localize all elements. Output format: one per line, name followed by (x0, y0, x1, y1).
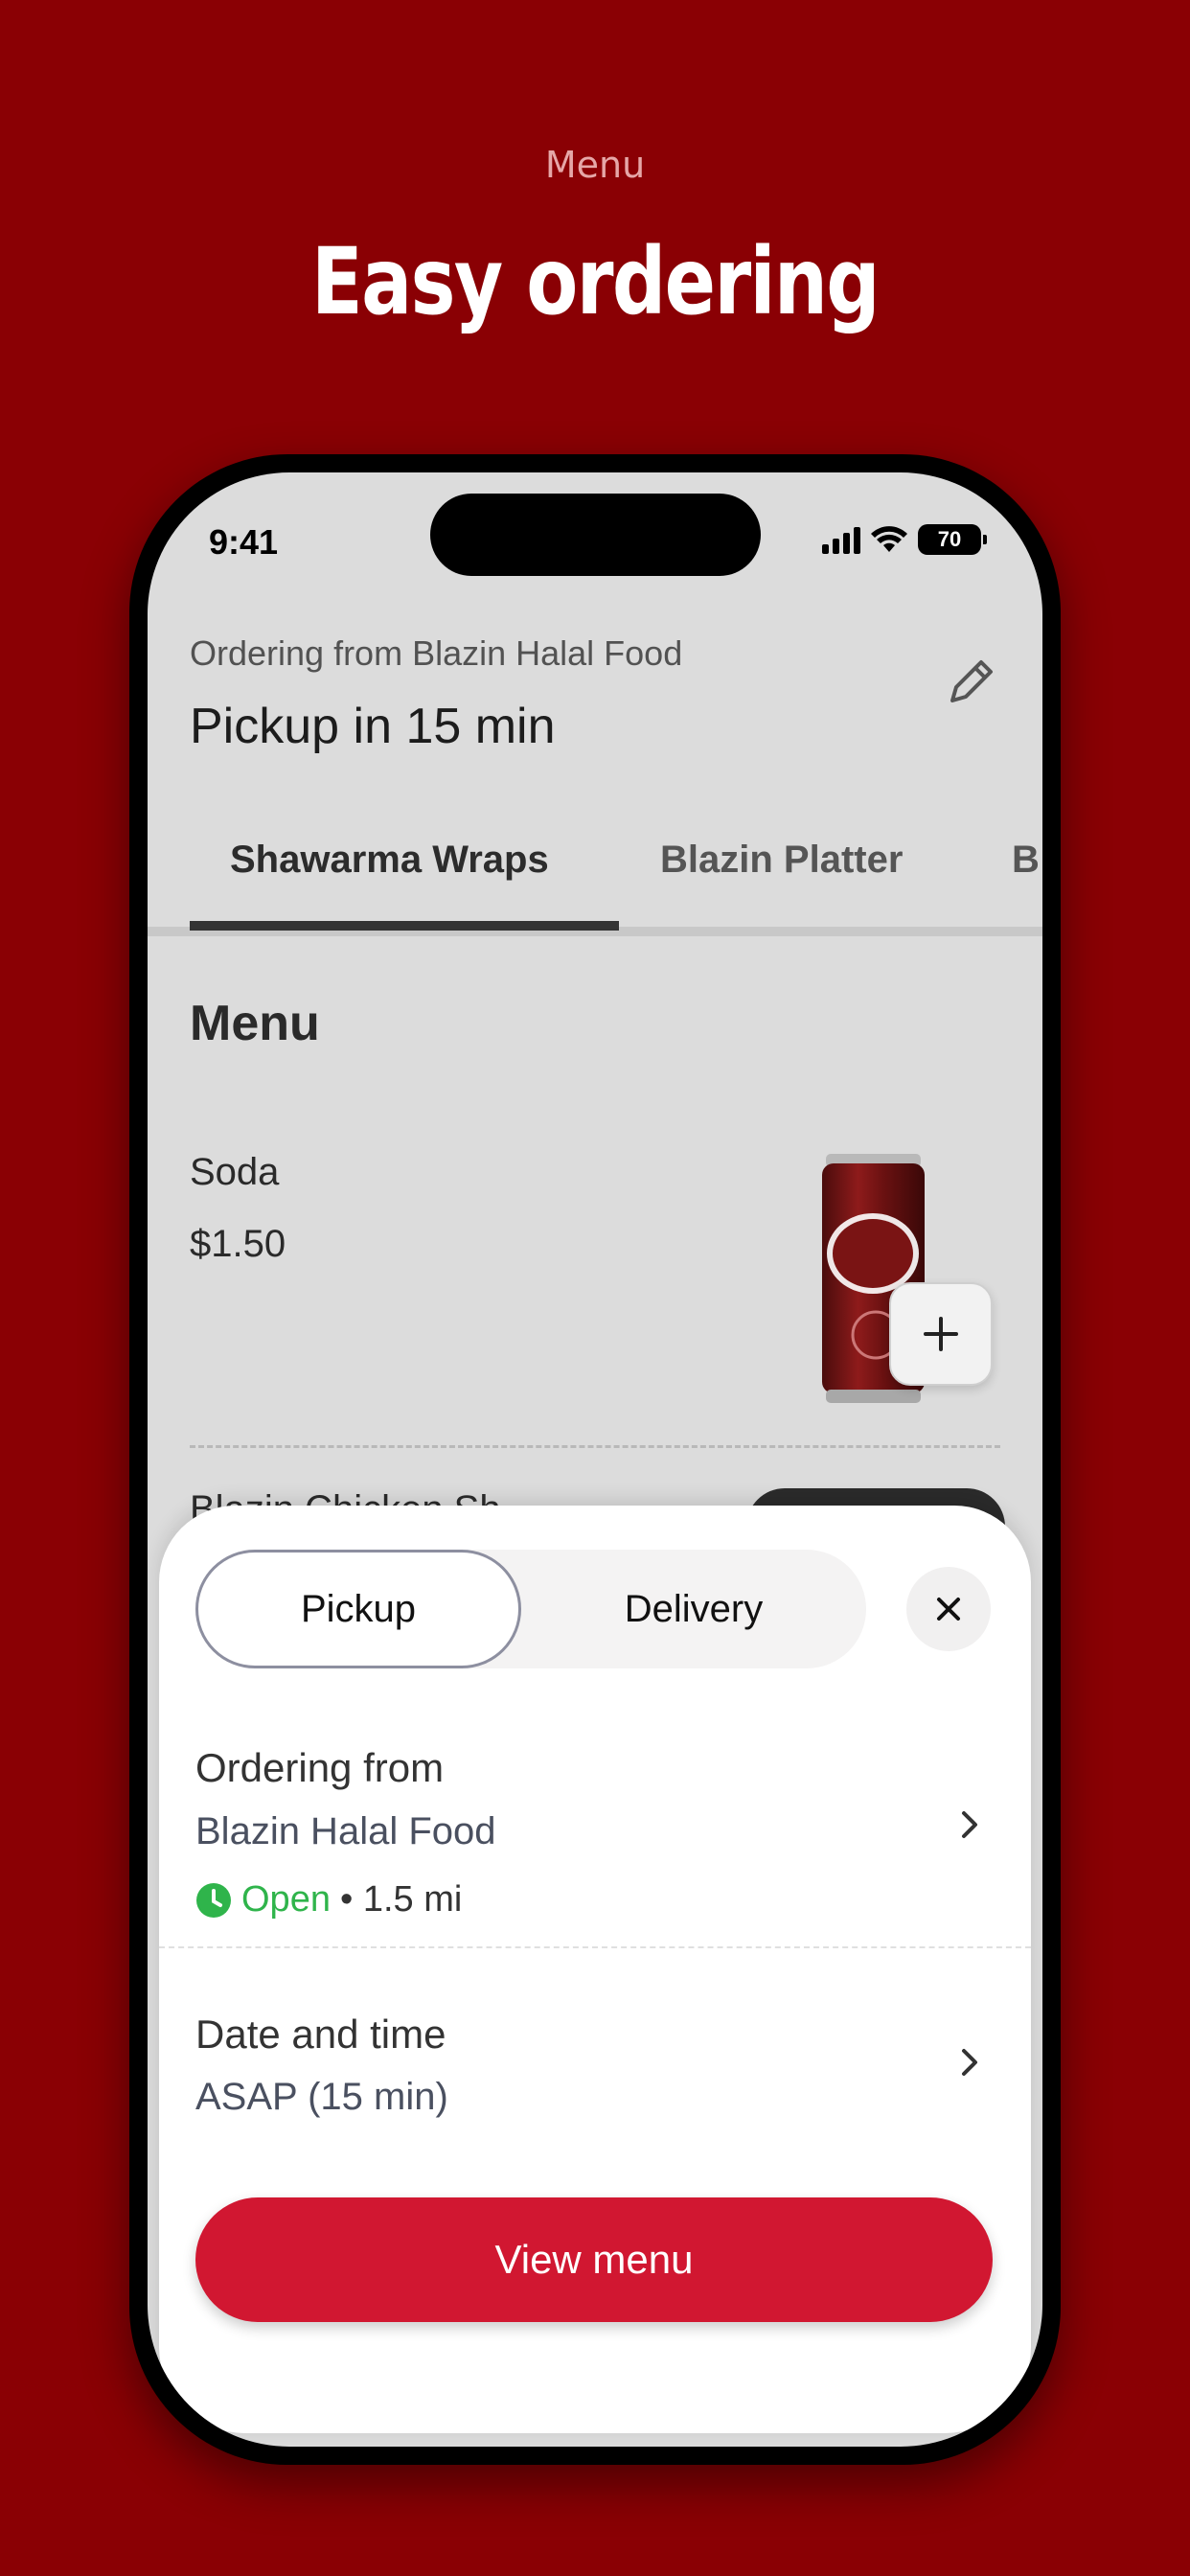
item-divider (190, 1445, 1000, 1448)
clock-icon (196, 1882, 231, 1918)
hero-eyebrow: Menu (544, 144, 646, 186)
category-tabs: Shawarma Wraps Blazin Platter B (148, 810, 1042, 936)
date-time-value[interactable]: ASAP (15 min) (195, 2076, 448, 2119)
plus-icon (924, 1317, 958, 1351)
item-name[interactable]: Soda (190, 1151, 279, 1194)
tab-shawarma-wraps[interactable]: Shawarma Wraps (230, 839, 549, 882)
active-tab-indicator (190, 921, 619, 931)
menu-heading: Menu (190, 996, 320, 1051)
add-item-button[interactable] (889, 1282, 993, 1386)
view-menu-button[interactable]: View menu (195, 2197, 993, 2322)
signal-icon (822, 525, 860, 554)
item-price: $1.50 (190, 1223, 286, 1265)
restaurant-name[interactable]: Blazin Halal Food (195, 1810, 496, 1853)
fulfillment-toggle: Pickup Delivery (195, 1550, 866, 1668)
hero-title: Easy ordering (311, 228, 881, 335)
close-button[interactable] (906, 1567, 991, 1651)
pickup-option[interactable]: Pickup (195, 1550, 521, 1668)
dynamic-island (430, 494, 761, 576)
pencil-icon[interactable] (943, 653, 1000, 710)
phone-screen: 9:41 70 Ordering from Blazin Halal Food … (148, 472, 1042, 2447)
chevron-right-icon[interactable] (960, 2047, 979, 2078)
battery-icon: 70 (918, 524, 987, 555)
open-status: Open • 1.5 mi (195, 1879, 462, 1920)
sheet-divider (159, 1946, 1031, 1948)
close-icon (937, 1598, 960, 1621)
chevron-right-icon[interactable] (960, 1809, 979, 1840)
delivery-option[interactable]: Delivery (521, 1550, 866, 1668)
status-time: 9:41 (209, 522, 279, 562)
pickup-time-title: Pickup in 15 min (190, 699, 556, 754)
status-icons: 70 (822, 520, 987, 559)
open-status-text: Open (241, 1879, 331, 1920)
ordering-from-text: Ordering from Blazin Halal Food (190, 633, 683, 673)
wifi-icon (871, 526, 907, 552)
distance-text: • 1.5 mi (339, 1879, 463, 1920)
order-options-sheet: Pickup Delivery Ordering from Blazin Hal… (159, 1506, 1031, 2433)
date-time-label: Date and time (195, 2012, 446, 2057)
tab-blazin-platter[interactable]: Blazin Platter (660, 839, 903, 882)
ordering-from-label: Ordering from (195, 1745, 445, 1790)
tab-next[interactable]: B (1012, 839, 1040, 882)
